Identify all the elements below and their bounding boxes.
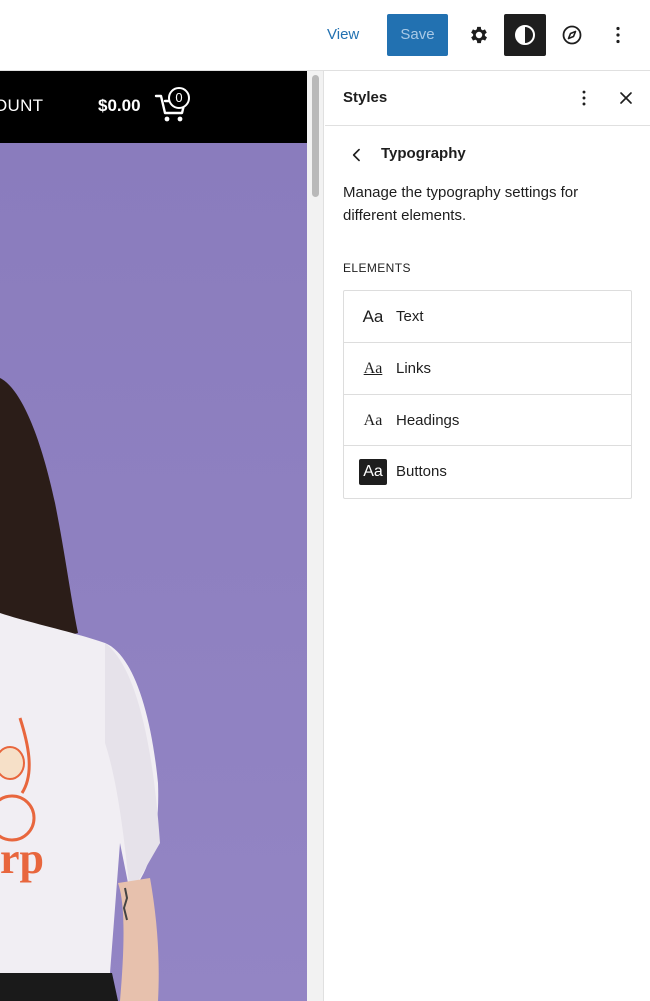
gear-icon — [471, 26, 487, 44]
headings-preview-icon: Aa — [363, 411, 383, 429]
styles-sidebar: Styles Typography Manage the typography … — [325, 71, 650, 1001]
site-header: OUNT $0.00 0 — [0, 71, 307, 143]
element-label: Headings — [396, 411, 460, 429]
sidebar-header: Styles — [325, 71, 650, 126]
cart-count-badge: 0 — [168, 87, 190, 109]
element-item-text[interactable]: Aa Text — [344, 291, 631, 343]
element-label: Text — [396, 308, 424, 325]
sidebar-title: Styles — [343, 89, 388, 106]
element-label: Links — [396, 359, 432, 377]
chevron-left-icon — [352, 148, 360, 162]
canvas-scrollbar[interactable] — [307, 71, 324, 1001]
more-vertical-icon — [582, 90, 586, 106]
back-button[interactable] — [343, 141, 371, 169]
elements-list: Aa Text Aa Links Aa Headings Aa Buttons — [343, 290, 632, 499]
account-link[interactable]: OUNT — [0, 96, 43, 116]
settings-button[interactable] — [458, 14, 500, 56]
panel-description: Manage the typography settings for diffe… — [343, 184, 579, 224]
compass-icon — [562, 25, 582, 45]
editor-canvas[interactable]: OUNT $0.00 0 rp — [0, 71, 307, 1001]
buttons-preview-icon: Aa — [359, 459, 387, 486]
close-sidebar-button[interactable] — [612, 84, 640, 112]
editor-toolbar: View Save — [0, 0, 650, 71]
element-item-buttons[interactable]: Aa Buttons — [344, 446, 631, 498]
navigation-button[interactable] — [551, 14, 593, 56]
options-button[interactable] — [597, 14, 639, 56]
elements-section-label: ELEMENTS — [343, 261, 411, 275]
element-item-links[interactable]: Aa Links — [344, 343, 631, 395]
cart-total[interactable]: $0.00 — [98, 96, 141, 116]
save-button[interactable]: Save — [387, 14, 448, 56]
typography-nav: Typography — [325, 127, 650, 179]
contrast-icon — [515, 25, 535, 45]
scrollbar-thumb[interactable] — [312, 75, 319, 197]
sidebar-options-button[interactable] — [570, 84, 598, 112]
text-preview-icon: Aa — [362, 307, 384, 326]
element-label: Buttons — [396, 463, 447, 481]
view-button[interactable]: View — [327, 20, 359, 50]
styles-toggle-button[interactable] — [504, 14, 546, 56]
close-icon — [620, 92, 632, 104]
panel-title: Typography — [381, 145, 466, 162]
element-item-headings[interactable]: Aa Headings — [344, 395, 631, 447]
shirt-brand-text: rp — [0, 834, 44, 883]
links-preview-icon: Aa — [363, 359, 383, 377]
more-vertical-icon — [616, 26, 620, 44]
hero-image: rp — [0, 143, 307, 1001]
